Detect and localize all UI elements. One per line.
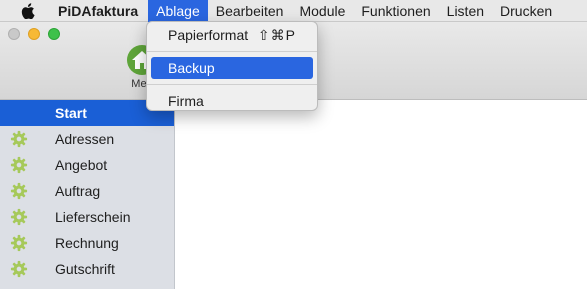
gear-icon xyxy=(10,208,28,226)
menu-item-papierformat[interactable]: Papierformat ⇧⌘P xyxy=(151,24,313,46)
window-controls xyxy=(8,28,60,40)
menu-separator xyxy=(147,51,317,52)
minimize-window-button[interactable] xyxy=(28,28,40,40)
close-window-button[interactable] xyxy=(8,28,20,40)
menu-item-firma[interactable]: Firma xyxy=(151,90,313,112)
gear-icon xyxy=(10,260,28,278)
sidebar-item-label: Auftrag xyxy=(55,183,101,199)
sidebar-item-gutschrift[interactable]: Gutschrift xyxy=(0,256,174,282)
ablage-dropdown-menu: Papierformat ⇧⌘P Backup Firma xyxy=(146,21,318,111)
sidebar-item-label: Start xyxy=(55,105,87,121)
menu-drucken[interactable]: Drucken xyxy=(492,0,560,22)
menu-item-label: Papierformat xyxy=(168,27,249,43)
maximize-window-button[interactable] xyxy=(48,28,60,40)
keyboard-shortcut: ⇧⌘P xyxy=(257,27,296,43)
sidebar-item-label: Rechnung xyxy=(55,235,119,251)
menu-bearbeiten[interactable]: Bearbeiten xyxy=(208,0,292,22)
sidebar-item-label: Gutschrift xyxy=(55,261,115,277)
main-content-area xyxy=(175,100,587,289)
menu-item-label: Backup xyxy=(168,60,215,76)
sidebar-item-angebot[interactable]: Angebot xyxy=(0,152,174,178)
gear-icon xyxy=(10,130,28,148)
menu-separator xyxy=(147,84,317,85)
apple-icon[interactable] xyxy=(20,2,36,19)
menu-app-name[interactable]: PiDAfaktura xyxy=(56,0,148,22)
menu-bar: PiDAfaktura Ablage Bearbeiten Module Fun… xyxy=(0,0,587,22)
sidebar-item-label: Adressen xyxy=(55,131,115,147)
sidebar-item-rechnung[interactable]: Rechnung xyxy=(0,230,174,256)
menu-module[interactable]: Module xyxy=(291,0,353,22)
menu-ablage[interactable]: Ablage xyxy=(148,0,208,22)
sidebar-item-adressen[interactable]: Adressen xyxy=(0,126,174,152)
sidebar: Start Adressen Angebot Auftrag Liefersch… xyxy=(0,100,175,289)
menu-item-backup[interactable]: Backup xyxy=(151,57,313,79)
menu-item-label: Firma xyxy=(168,93,204,109)
menu-funktionen[interactable]: Funktionen xyxy=(353,0,438,22)
sidebar-item-lieferschein[interactable]: Lieferschein xyxy=(0,204,174,230)
gear-icon xyxy=(10,182,28,200)
gear-icon xyxy=(10,234,28,252)
sidebar-item-label: Angebot xyxy=(55,157,108,173)
menu-listen[interactable]: Listen xyxy=(439,0,492,22)
sidebar-item-label: Lieferschein xyxy=(55,209,131,225)
sidebar-item-auftrag[interactable]: Auftrag xyxy=(0,178,174,204)
gear-icon xyxy=(10,156,28,174)
